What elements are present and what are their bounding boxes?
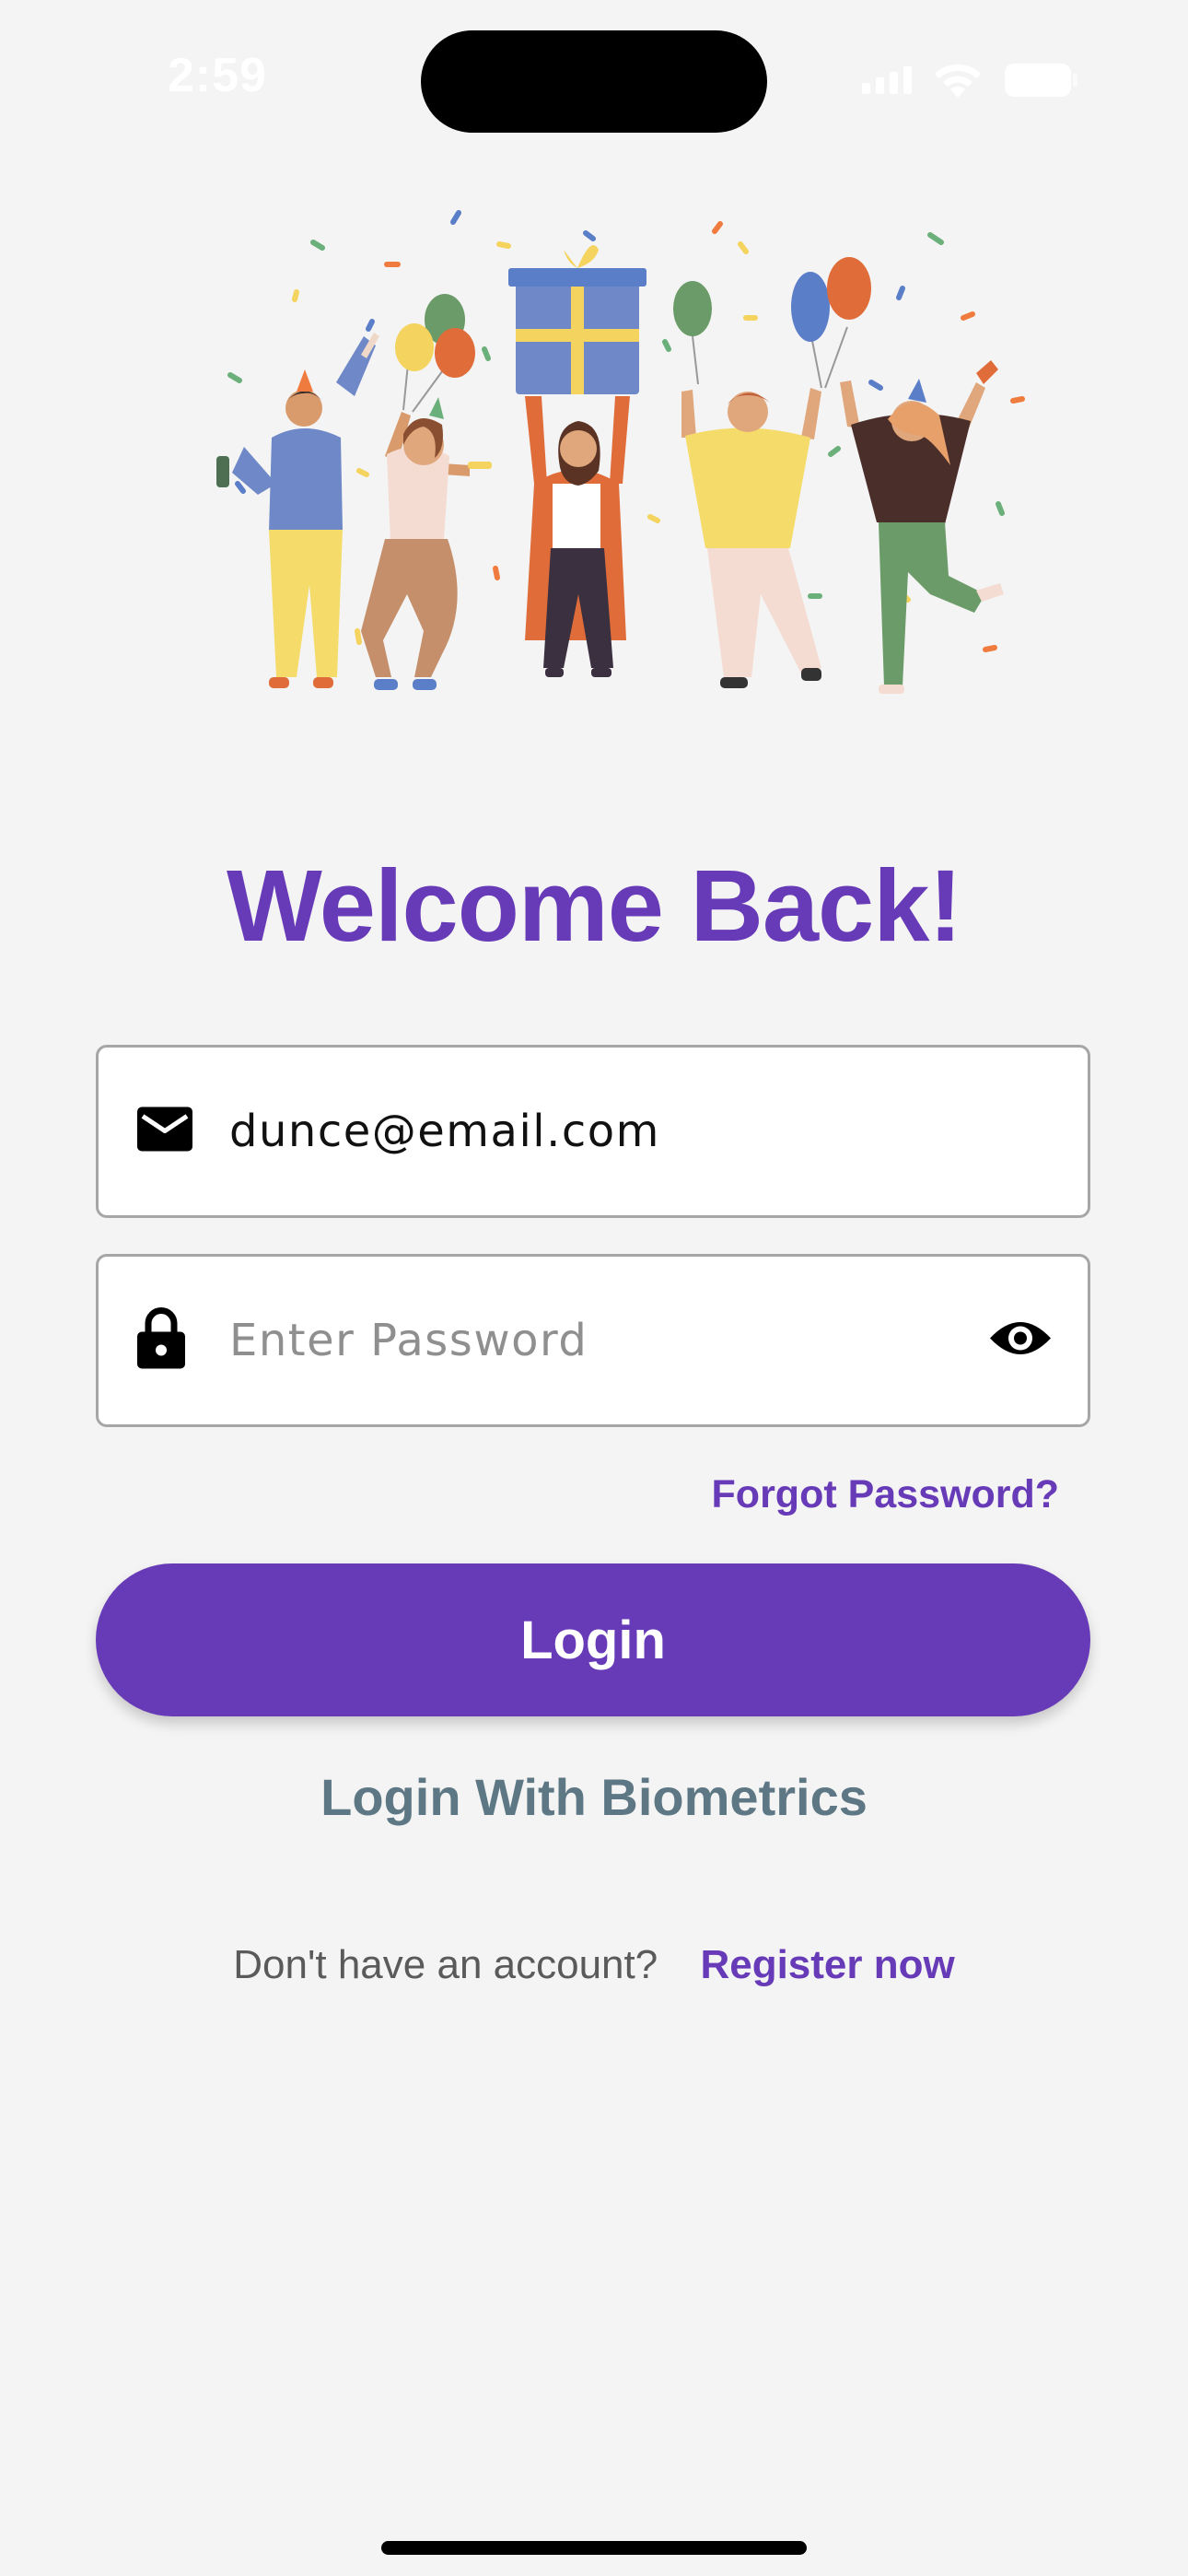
mail-icon xyxy=(135,1106,194,1158)
celebration-illustration xyxy=(166,207,1031,709)
person-3 xyxy=(508,245,646,677)
lock-icon xyxy=(135,1307,187,1375)
status-time: 2:59 xyxy=(168,49,268,102)
balloons-right xyxy=(791,257,871,389)
register-now-link[interactable]: Register now xyxy=(700,1942,954,1987)
login-button[interactable]: Login xyxy=(96,1563,1090,1716)
balloon-middle xyxy=(673,281,712,385)
email-field[interactable] xyxy=(96,1045,1090,1218)
welcome-title: Welcome Back! xyxy=(226,849,962,963)
eye-icon[interactable] xyxy=(988,1317,1053,1364)
person-2 xyxy=(361,397,492,690)
login-with-biometrics-button[interactable]: Login With Biometrics xyxy=(0,1767,1188,1827)
battery-icon xyxy=(1004,63,1079,98)
person-5 xyxy=(840,360,1004,694)
password-field[interactable] xyxy=(96,1254,1090,1427)
wifi-icon xyxy=(932,61,984,100)
register-prompt: Don't have an account? xyxy=(233,1942,658,1987)
dynamic-island xyxy=(421,30,767,133)
person-1 xyxy=(216,333,379,688)
status-indicators xyxy=(862,61,1079,100)
cellular-signal-icon xyxy=(862,66,912,94)
password-input[interactable] xyxy=(229,1257,966,1424)
home-indicator[interactable] xyxy=(381,2541,807,2555)
forgot-password-link[interactable]: Forgot Password? xyxy=(712,1472,1059,1517)
person-4 xyxy=(681,388,821,688)
status-bar: 2:59 xyxy=(0,0,1188,157)
email-input[interactable] xyxy=(229,1048,966,1215)
register-row: Don't have an account? Register now xyxy=(0,1942,1188,1988)
balloons-left xyxy=(395,294,475,413)
